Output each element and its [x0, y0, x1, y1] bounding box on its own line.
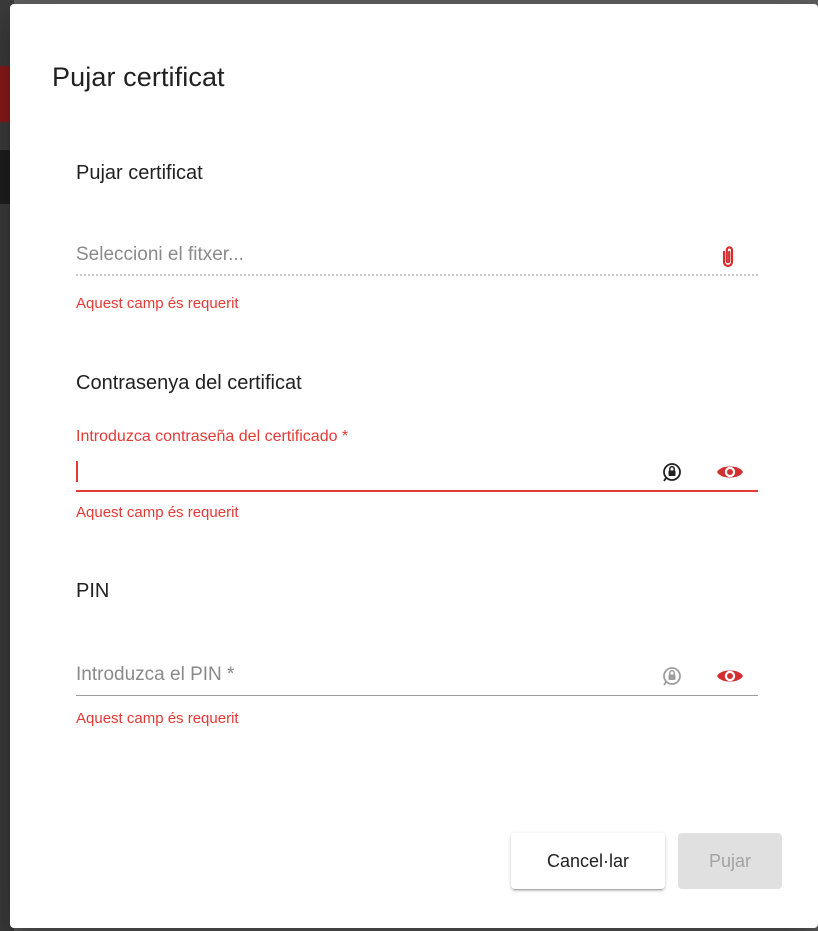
- pin-section-title: PIN: [76, 580, 110, 602]
- pin-error-message: Aquest camp és requerit: [76, 710, 239, 727]
- upload-certificate-dialog: Pujar certificat Pujar certificat Selecc…: [10, 4, 818, 928]
- paperclip-icon[interactable]: [714, 242, 742, 270]
- text-caret: [76, 461, 78, 482]
- dialog-title: Pujar certificat: [52, 62, 225, 92]
- pin-key-icon[interactable]: [658, 662, 686, 690]
- upload-button[interactable]: Pujar: [678, 833, 782, 889]
- file-select-underline: [76, 274, 758, 276]
- show-password-eye-icon[interactable]: [716, 458, 744, 486]
- file-select-field[interactable]: Seleccioni el fitxer...: [76, 236, 758, 276]
- pin-underline: [76, 695, 758, 696]
- password-key-icon[interactable]: [658, 458, 686, 486]
- pin-field[interactable]: Introduzca el PIN *: [76, 656, 758, 696]
- cancel-button[interactable]: Cancel·lar: [511, 833, 665, 889]
- show-pin-eye-icon[interactable]: [716, 662, 744, 690]
- file-error-message: Aquest camp és requerit: [76, 295, 239, 312]
- password-error-message: Aquest camp és requerit: [76, 504, 239, 521]
- pin-placeholder: Introduzca el PIN *: [76, 664, 235, 685]
- file-select-placeholder: Seleccioni el fitxer...: [76, 244, 244, 265]
- certificate-password-underline: [76, 490, 758, 492]
- password-section-title: Contrasenya del certificat: [76, 372, 302, 394]
- upload-section-title: Pujar certificat: [76, 162, 203, 184]
- certificate-password-label: Introduzca contraseña del certificado *: [76, 428, 349, 445]
